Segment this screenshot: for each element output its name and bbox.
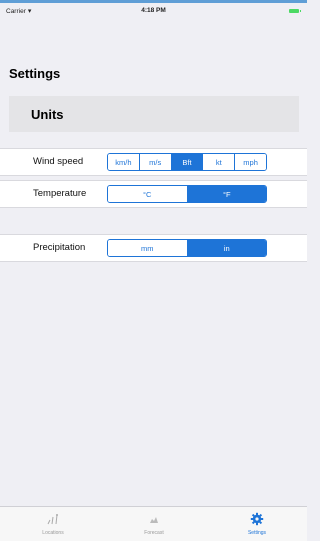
locations-icon bbox=[47, 514, 58, 525]
settings-row-wind-speed: Wind speed km/h m/s Bft kt mph bbox=[0, 148, 307, 176]
tab-locations-label: Locations bbox=[42, 530, 64, 536]
precipitation-label: Precipitation bbox=[33, 242, 86, 253]
tab-settings-label: Settings bbox=[247, 530, 267, 536]
tab-forecast[interactable]: Forecast bbox=[109, 507, 199, 541]
section-title: Units bbox=[31, 107, 64, 122]
wind-speed-option-kt[interactable]: kt bbox=[203, 154, 236, 170]
gear-icon bbox=[250, 512, 264, 526]
settings-row-temperature: Temperature °C °F bbox=[0, 180, 307, 208]
status-bar: Carrier ▾ 4:18 PM bbox=[0, 3, 307, 19]
wind-speed-option-bft[interactable]: Bft bbox=[171, 154, 204, 170]
precipitation-option-in[interactable]: in bbox=[187, 240, 266, 256]
section-header-units: Units bbox=[9, 96, 299, 132]
status-time: 4:18 PM bbox=[141, 7, 166, 14]
tab-forecast-label: Forecast bbox=[144, 530, 164, 536]
battery-icon bbox=[289, 9, 301, 13]
temperature-label: Temperature bbox=[33, 188, 87, 199]
wind-speed-option-mph[interactable]: mph bbox=[235, 154, 266, 170]
wind-speed-segmented-control: km/h m/s Bft kt mph bbox=[107, 153, 267, 171]
precipitation-option-mm[interactable]: mm bbox=[108, 240, 188, 256]
tab-bar: Locations Forecast Settings bbox=[0, 506, 307, 541]
tab-settings[interactable]: Settings bbox=[212, 507, 302, 541]
temperature-segmented-control: °C °F bbox=[107, 185, 267, 203]
forecast-icon bbox=[150, 517, 158, 523]
wind-speed-label: Wind speed bbox=[33, 156, 84, 167]
tab-locations[interactable]: Locations bbox=[8, 507, 98, 541]
page-title: Settings bbox=[9, 66, 61, 81]
temperature-option-celsius[interactable]: °C bbox=[108, 186, 188, 202]
temperature-option-fahrenheit[interactable]: °F bbox=[187, 186, 266, 202]
wind-speed-option-kmh[interactable]: km/h bbox=[108, 154, 140, 170]
wind-speed-option-ms[interactable]: m/s bbox=[139, 154, 172, 170]
precipitation-segmented-control: mm in bbox=[107, 239, 267, 257]
settings-row-precipitation: Precipitation mm in bbox=[0, 234, 307, 262]
